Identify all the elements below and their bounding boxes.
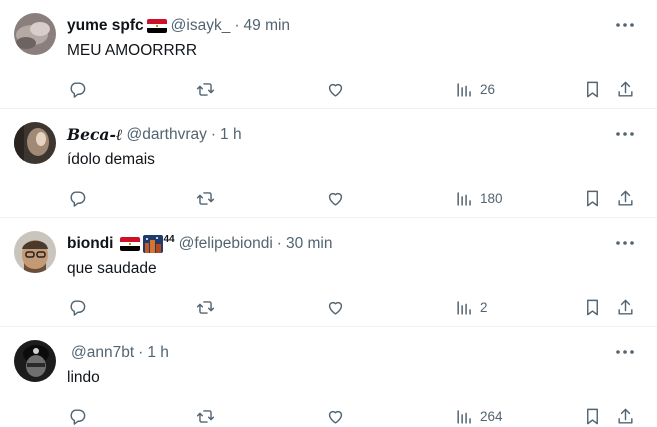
- views-icon: [457, 82, 471, 97]
- like-icon[interactable]: [326, 403, 345, 427]
- timestamp[interactable]: 49 min: [244, 17, 291, 35]
- views-button[interactable]: 2: [455, 294, 488, 320]
- share-icon[interactable]: [616, 294, 635, 320]
- user-handle[interactable]: @isayk_: [171, 17, 231, 35]
- retweet-icon[interactable]: [196, 76, 215, 102]
- separator-dot: ·: [234, 17, 240, 34]
- action-bar: 2: [0, 294, 657, 320]
- views-button[interactable]: 264: [455, 403, 503, 427]
- bookmark-icon[interactable]: [583, 185, 602, 211]
- avatar[interactable]: [14, 13, 56, 55]
- tweet-header: yume spfc @isayk_ · 49 min: [67, 15, 290, 37]
- more-icon[interactable]: [615, 233, 635, 253]
- tweet-header: biondi 44 @felipebiondi · 30 min: [67, 233, 333, 255]
- views-count: 2: [480, 299, 488, 315]
- user-handle[interactable]: @felipebiondi: [179, 235, 273, 253]
- like-icon[interactable]: [326, 185, 345, 211]
- reply-icon[interactable]: [68, 294, 87, 320]
- timestamp[interactable]: 1 h: [147, 344, 169, 362]
- tweet-4[interactable]: @ann7bt · 1 h lindo 264: [0, 327, 657, 427]
- views-icon: [457, 409, 471, 424]
- action-bar: 26: [0, 76, 657, 102]
- display-name[interactable]: biondi: [67, 235, 114, 253]
- tweet-2[interactable]: 𝑩𝒆𝒄𝒂-ℓ @darthvray · 1 h ídolo demais 180: [0, 109, 657, 218]
- views-button[interactable]: 180: [455, 185, 503, 211]
- like-icon[interactable]: [326, 294, 345, 320]
- separator-dot: ·: [276, 235, 282, 252]
- views-icon: [457, 300, 471, 315]
- tweet-text: MEU AMOORRRR: [67, 42, 198, 59]
- egypt-flag-icon: [146, 19, 167, 33]
- action-bar: 264: [0, 403, 657, 427]
- reply-icon[interactable]: [68, 185, 87, 211]
- views-icon: [457, 191, 471, 206]
- share-icon[interactable]: [616, 403, 635, 427]
- more-icon[interactable]: [615, 342, 635, 362]
- egypt-flag-icon: [119, 237, 140, 251]
- tweet-header: 𝑩𝒆𝒄𝒂-ℓ @darthvray · 1 h: [67, 124, 242, 146]
- tweet-text: ídolo demais: [67, 151, 155, 168]
- bookmark-icon[interactable]: [583, 294, 602, 320]
- retweet-icon[interactable]: [196, 403, 215, 427]
- views-button[interactable]: 26: [455, 76, 495, 102]
- user-handle[interactable]: @darthvray: [127, 126, 207, 144]
- timestamp[interactable]: 30 min: [286, 235, 333, 253]
- tweet-3[interactable]: biondi 44 @felipebiondi · 30 min que sau…: [0, 218, 657, 327]
- share-icon[interactable]: [616, 185, 635, 211]
- display-name[interactable]: yume spfc: [67, 17, 144, 35]
- timestamp[interactable]: 1 h: [220, 126, 242, 144]
- retweet-icon[interactable]: [196, 294, 215, 320]
- views-count: 264: [480, 408, 503, 424]
- separator-dot: ·: [210, 126, 217, 143]
- bookmark-icon[interactable]: [583, 76, 602, 102]
- city-emoji-icon: [142, 235, 163, 253]
- reply-icon[interactable]: [68, 403, 87, 427]
- user-handle[interactable]: @ann7bt: [71, 344, 134, 362]
- action-bar: 180: [0, 185, 657, 211]
- tweet-text: lindo: [67, 369, 100, 386]
- avatar[interactable]: [14, 231, 56, 273]
- share-icon[interactable]: [616, 76, 635, 102]
- views-count: 180: [480, 190, 503, 206]
- avatar[interactable]: [14, 340, 56, 382]
- display-name[interactable]: 𝑩𝒆𝒄𝒂-ℓ: [67, 125, 123, 145]
- reply-icon[interactable]: [68, 76, 87, 102]
- avatar[interactable]: [14, 122, 56, 164]
- tweet-1[interactable]: yume spfc @isayk_ · 49 min MEU AMOORRRR …: [0, 0, 657, 109]
- like-icon[interactable]: [326, 76, 345, 102]
- tweet-text: que saudade: [67, 260, 157, 277]
- tweet-header: @ann7bt · 1 h: [67, 342, 169, 364]
- separator-dot: ·: [138, 344, 144, 361]
- badge-number: 44: [163, 233, 175, 245]
- bookmark-icon[interactable]: [583, 403, 602, 427]
- views-count: 26: [480, 81, 496, 97]
- more-icon[interactable]: [615, 15, 635, 35]
- more-icon[interactable]: [615, 124, 635, 144]
- retweet-icon[interactable]: [196, 185, 215, 211]
